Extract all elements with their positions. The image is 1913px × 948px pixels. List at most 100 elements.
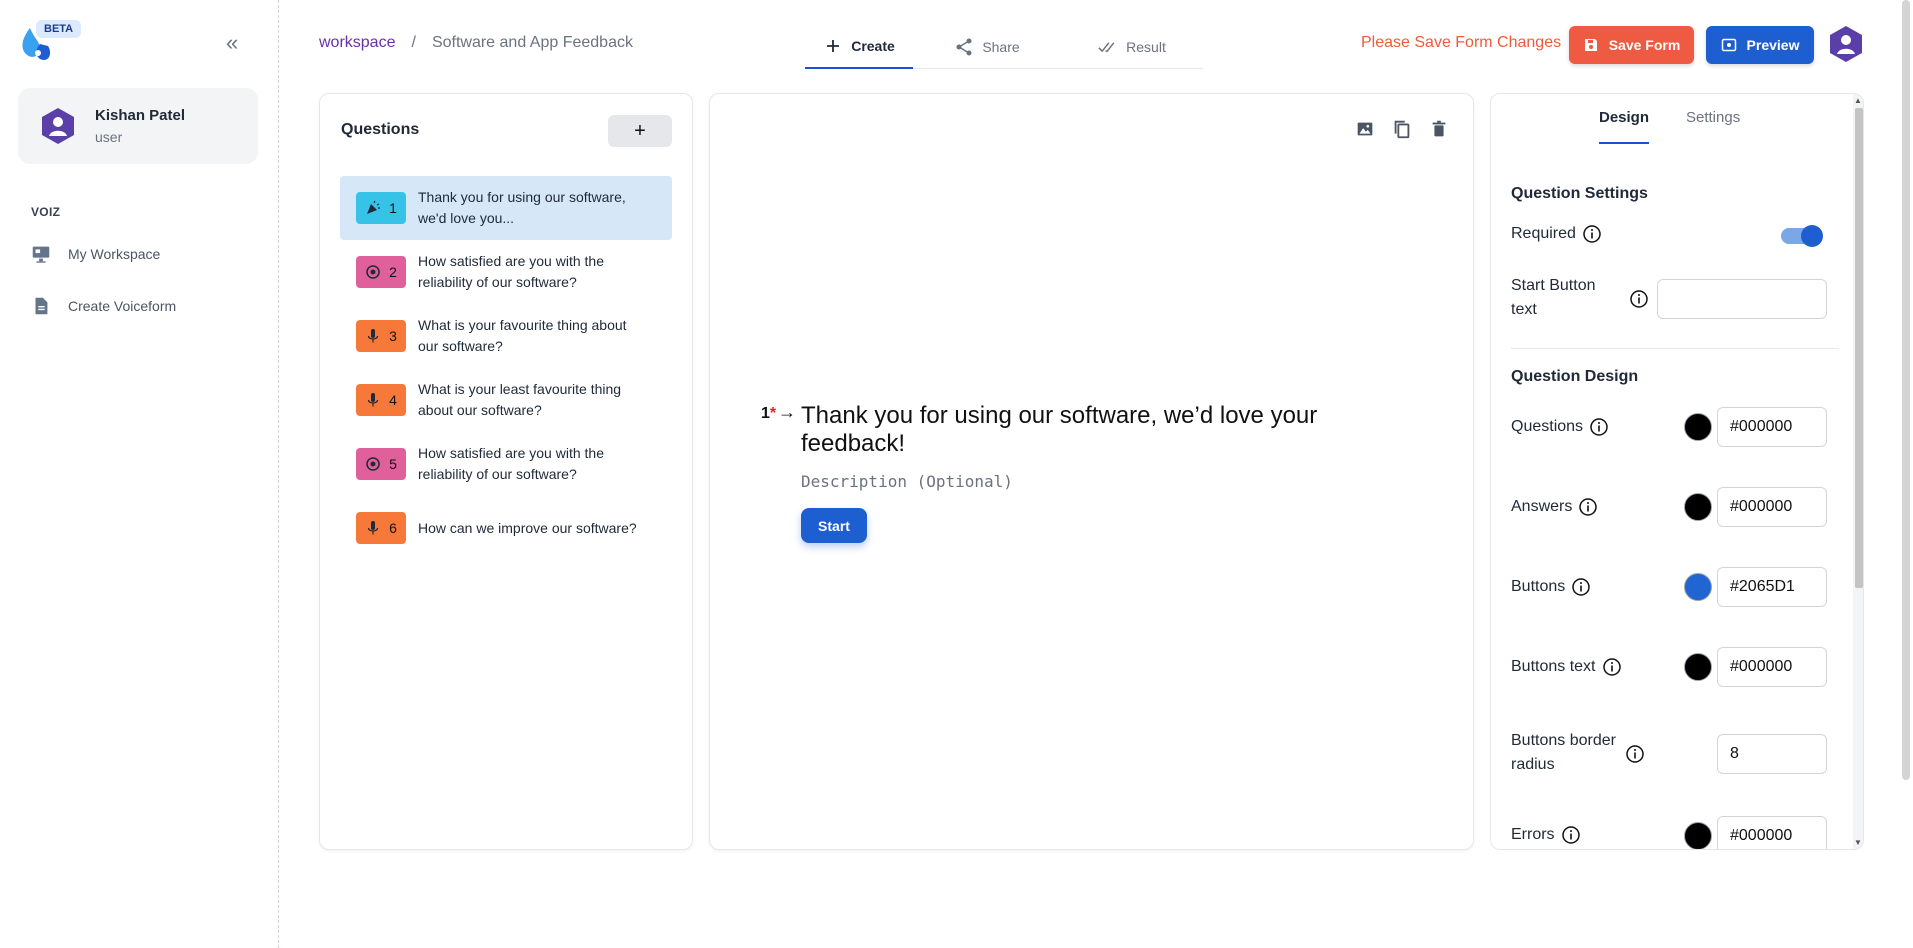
question-number: 2	[389, 264, 397, 280]
question-list-item[interactable]: 1 Thank you for using our software, we'd…	[340, 176, 672, 240]
start-button-text-input[interactable]	[1657, 279, 1827, 319]
radio-target-icon	[366, 457, 380, 471]
page-scroll-thumb[interactable]	[1902, 0, 1910, 780]
description-input[interactable]: Description (Optional)	[801, 472, 1013, 491]
required-toggle[interactable]	[1781, 225, 1823, 247]
question-list-item[interactable]: 2 How satisfied are you with the reliabi…	[340, 240, 672, 304]
questions-panel: Questions + 1 Thank you for using our so…	[319, 93, 693, 850]
question-type-badge: 1	[356, 192, 406, 224]
add-image-icon[interactable]	[1354, 118, 1378, 142]
monitor-icon	[32, 246, 50, 263]
question-type-badge: 4	[356, 384, 406, 416]
question-list-item[interactable]: 5 How satisfied are you with the reliabi…	[340, 432, 672, 496]
question-settings-title: Question Settings	[1511, 185, 1648, 202]
info-icon[interactable]	[1578, 497, 1598, 517]
save-icon	[1584, 39, 1597, 51]
errors-color-input[interactable]: #000000	[1717, 816, 1827, 849]
nav-section-heading: VOIZ	[31, 205, 61, 219]
info-icon[interactable]	[1561, 825, 1581, 845]
question-list-item[interactable]: 3 What is your favourite thing about our…	[340, 304, 672, 368]
arrow-right-icon: →	[778, 402, 796, 422]
question-type-badge: 6	[356, 512, 406, 544]
question-type-badge: 2	[356, 256, 406, 288]
tab-result[interactable]: Result	[1061, 24, 1203, 69]
share-icon	[956, 38, 972, 55]
required-label: Required	[1511, 222, 1602, 246]
question-heading[interactable]: Thank you for using our software, we’d l…	[801, 402, 1361, 458]
question-text: What is your least favourite thing about…	[418, 381, 622, 418]
buttons-color-label: Buttons	[1511, 575, 1591, 599]
breadcrumb-workspace-link[interactable]: workspace	[319, 34, 395, 52]
info-icon[interactable]	[1589, 417, 1609, 437]
collapse-sidebar-icon[interactable]: «	[226, 32, 250, 56]
question-number: 1*	[761, 405, 777, 422]
user-role: user	[95, 129, 123, 145]
delete-icon[interactable]	[1428, 118, 1452, 142]
microphone-icon	[367, 521, 379, 535]
question-text: How satisfied are you with the reliabili…	[418, 445, 604, 482]
design-panel: Design Settings Question Settings Requir…	[1490, 93, 1864, 850]
answers-color-input[interactable]: #000000	[1717, 487, 1827, 527]
question-number: 1	[389, 200, 397, 216]
question-list-item[interactable]: 4 What is your least favourite thing abo…	[340, 368, 672, 432]
double-check-icon	[1098, 41, 1115, 52]
microphone-icon	[367, 393, 379, 407]
question-type-badge: 3	[356, 320, 406, 352]
buttons-text-color-input[interactable]: #000000	[1717, 647, 1827, 687]
divider	[1511, 348, 1839, 349]
question-text: Thank you for using our software, we'd l…	[418, 189, 626, 226]
beta-badge: BETA	[36, 20, 82, 38]
sidebar-item-label: Create Voiceform	[68, 298, 177, 314]
border-radius-input[interactable]: 8	[1717, 734, 1827, 774]
user-card[interactable]: Kishan Patel user	[18, 88, 258, 164]
user-name: Kishan Patel	[95, 107, 186, 124]
tab-settings[interactable]: Settings	[1686, 109, 1740, 142]
sidebar-item-my-workspace[interactable]: My Workspace	[30, 240, 250, 268]
microphone-icon	[367, 329, 379, 343]
required-mark: *	[769, 405, 777, 422]
breadcrumb: workspace / Software and App Feedback	[319, 34, 633, 52]
tab-label: Result	[1126, 38, 1166, 55]
question-list-item[interactable]: 6 How can we improve our software?	[340, 496, 672, 560]
question-number: 6	[389, 520, 397, 536]
save-form-button[interactable]: Save Form	[1569, 26, 1694, 64]
duplicate-icon[interactable]	[1391, 118, 1415, 142]
start-button[interactable]: Start	[801, 508, 867, 543]
sidebar-item-create-voiceform[interactable]: Create Voiceform	[30, 292, 250, 320]
tab-design[interactable]: Design	[1599, 109, 1650, 144]
buttons-color-swatch[interactable]	[1684, 573, 1712, 601]
buttons-text-color-swatch[interactable]	[1684, 653, 1712, 681]
user-avatar	[42, 108, 74, 144]
sidebar: BETA « Kishan Patel user VOIZ My Workspa…	[0, 0, 279, 948]
info-icon[interactable]	[1625, 744, 1645, 764]
tab-create[interactable]: Create	[805, 24, 913, 69]
buttons-color-input[interactable]: #2065D1	[1717, 567, 1827, 607]
tab-label: Share	[982, 38, 1020, 55]
questions-color-input[interactable]: #000000	[1717, 407, 1827, 447]
info-icon[interactable]	[1582, 224, 1602, 244]
scroll-down-icon[interactable]: ▼	[1854, 838, 1862, 847]
document-icon	[35, 297, 48, 315]
save-form-label: Save Form	[1608, 37, 1681, 53]
tab-label: Create	[851, 37, 895, 54]
account-avatar[interactable]	[1826, 24, 1866, 64]
preview-button[interactable]: Preview	[1706, 26, 1814, 64]
answers-color-swatch[interactable]	[1684, 493, 1712, 521]
info-icon[interactable]	[1602, 657, 1622, 677]
questions-color-swatch[interactable]	[1684, 413, 1712, 441]
radio-target-icon	[366, 265, 380, 279]
info-icon[interactable]	[1571, 577, 1591, 597]
add-question-button[interactable]: +	[608, 115, 672, 147]
scroll-up-icon[interactable]: ▲	[1854, 96, 1862, 105]
errors-color-swatch[interactable]	[1684, 822, 1712, 849]
breadcrumb-current: Software and App Feedback	[431, 34, 633, 51]
party-popper-icon	[367, 200, 381, 214]
design-panel-scroll-thumb[interactable]	[1855, 108, 1863, 588]
main-tabs: Create Share Result	[805, 24, 1203, 69]
page-scrollbar[interactable]	[1898, 0, 1913, 948]
tab-share[interactable]: Share	[913, 24, 1061, 69]
info-icon[interactable]	[1629, 289, 1649, 309]
breadcrumb-separator: /	[411, 34, 416, 51]
preview-icon	[1721, 38, 1736, 52]
questions-title: Questions	[341, 121, 420, 138]
